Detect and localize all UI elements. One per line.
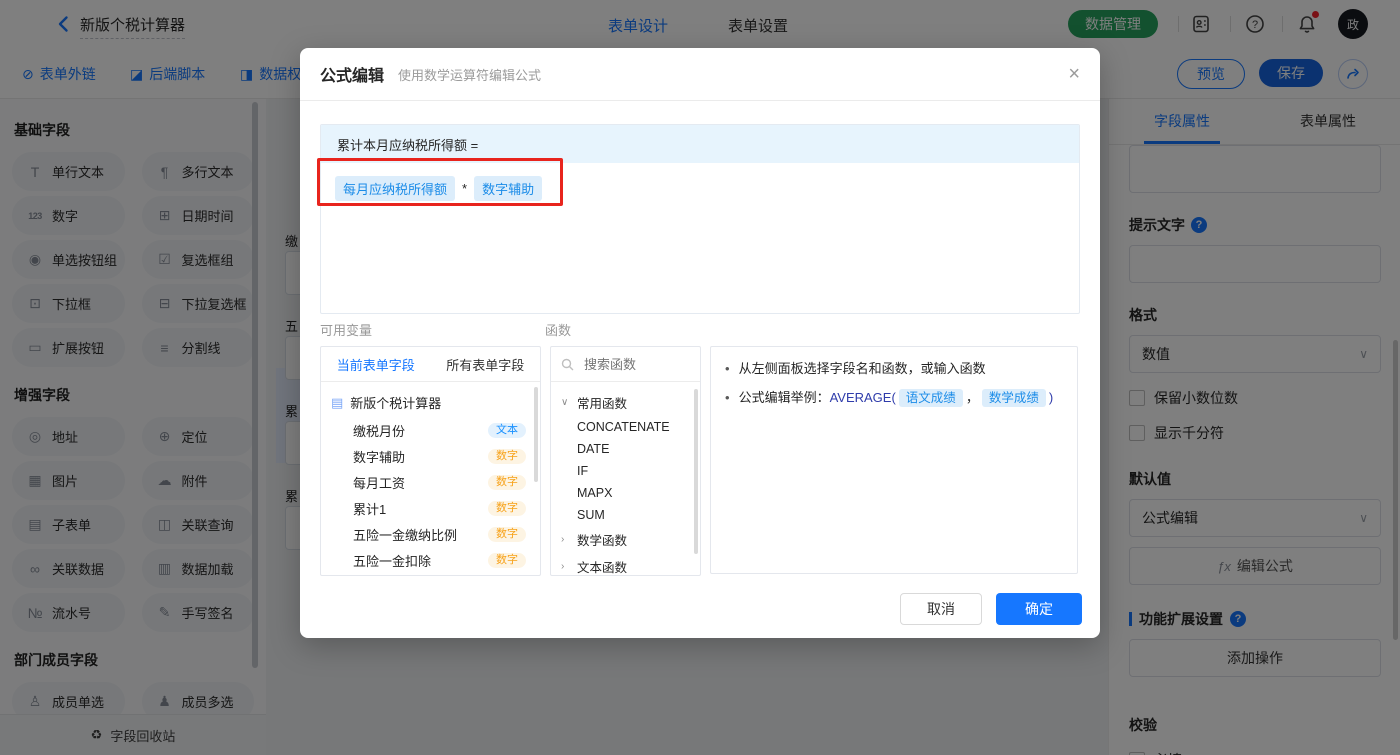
variable-item[interactable]: 每月工资 数字 — [321, 469, 540, 495]
bullet: • — [725, 390, 730, 405]
variable-name: 缴税月份 — [353, 423, 406, 439]
tree-root-form[interactable]: ▤ 新版个税计算器 — [321, 388, 540, 417]
function-item[interactable]: CONCATENATE — [551, 416, 700, 438]
tips-panel: • 从左侧面板选择字段名和函数，或输入函数 • 公式编辑举例：AVERAGE(语… — [710, 346, 1078, 574]
close-icon[interactable]: × — [1068, 64, 1080, 84]
functions-label: 函数 — [545, 323, 572, 338]
function-search[interactable] — [551, 347, 700, 382]
type-badge-number: 数字 — [488, 500, 526, 516]
annotation-highlight-box — [317, 158, 563, 206]
variables-scrollbar[interactable] — [534, 387, 538, 482]
variable-item[interactable]: 五险一金缴纳比例 数字 — [321, 521, 540, 547]
function-search-input[interactable] — [582, 355, 686, 373]
cancel-button[interactable]: 取消 — [900, 593, 982, 625]
tip-example-comma: ， — [965, 390, 979, 405]
type-badge-number: 数字 — [488, 448, 526, 464]
tab-current-form-fields[interactable]: 当前表单字段 — [321, 347, 431, 381]
tip-example-chip: 数学成绩 — [981, 389, 1046, 407]
form-doc-icon: ▤ — [331, 394, 344, 410]
formula-edit-modal: 公式编辑 使用数学运算符编辑公式 × 累计本月应纳税所得额 = 每月应纳税所得额… — [300, 48, 1100, 638]
tip-example-function: AVERAGE( — [829, 390, 896, 405]
function-item[interactable]: IF — [551, 460, 700, 482]
function-item[interactable]: SUM — [551, 504, 700, 526]
type-badge-number: 数字 — [488, 552, 526, 568]
function-group-label: 数学函数 — [577, 534, 628, 548]
confirm-button[interactable]: 确定 — [996, 593, 1082, 625]
functions-scrollbar[interactable] — [694, 389, 698, 554]
tip-example-chip: 语文成绩 — [898, 389, 963, 407]
functions-panel: ∨ 常用函数 CONCATENATE DATE IF MAPX SUM › 数学… — [550, 346, 701, 576]
functions-tree: ∨ 常用函数 CONCATENATE DATE IF MAPX SUM › 数学… — [551, 382, 700, 575]
variable-name: 五险一金缴纳比例 — [353, 527, 458, 543]
function-group-label: 文本函数 — [577, 561, 628, 575]
tip-line-2: • 公式编辑举例：AVERAGE(语文成绩，数学成绩) — [725, 388, 1063, 408]
tip-line-1: • 从左侧面板选择字段名和函数，或输入函数 — [725, 359, 1063, 379]
variable-item[interactable]: 五险一金扣除 数字 — [321, 547, 540, 573]
variable-name: 数字辅助 — [353, 449, 406, 465]
chevron-down-icon: ∨ — [561, 397, 569, 408]
variables-tree: ▤ 新版个税计算器 缴税月份 文本 数字辅助 数字 每月工资 数字 累计1 数字 五险一… — [321, 382, 540, 573]
type-badge-number: 数字 — [488, 474, 526, 490]
tab-all-form-fields[interactable]: 所有表单字段 — [431, 347, 541, 381]
chevron-right-icon: › — [561, 561, 565, 572]
formula-editor: 累计本月应纳税所得额 = 每月应纳税所得额 * 数字辅助 — [320, 124, 1080, 314]
tip-example: 公式编辑举例：AVERAGE(语文成绩，数学成绩) — [738, 388, 1054, 408]
variable-item[interactable]: 累计1 数字 — [321, 495, 540, 521]
variable-item[interactable]: 数字辅助 数字 — [321, 443, 540, 469]
modal-subtitle: 使用数学运算符编辑公式 — [398, 67, 542, 83]
modal-title: 公式编辑 — [320, 68, 385, 85]
variables-tabs: 当前表单字段 所有表单字段 — [321, 347, 540, 382]
chevron-right-icon: › — [561, 534, 565, 545]
modal-header: 公式编辑 使用数学运算符编辑公式 × — [300, 48, 1100, 101]
tip-example-paren: ) — [1048, 390, 1054, 405]
bullet: • — [725, 361, 730, 376]
type-badge-number: 数字 — [488, 526, 526, 542]
variable-name: 每月工资 — [353, 475, 406, 491]
variable-name: 五险一金扣除 — [353, 553, 432, 569]
variable-item[interactable]: 缴税月份 文本 — [321, 417, 540, 443]
tip-text: 从左侧面板选择字段名和函数，或输入函数 — [738, 361, 986, 376]
function-item[interactable]: DATE — [551, 438, 700, 460]
function-group-text[interactable]: › 文本函数 — [551, 553, 700, 575]
variables-panel: 当前表单字段 所有表单字段 ▤ 新版个税计算器 缴税月份 文本 数字辅助 数字 每月… — [320, 346, 541, 576]
variable-name: 累计1 — [353, 501, 387, 517]
function-group-common[interactable]: ∨ 常用函数 — [551, 389, 700, 416]
available-variables-label: 可用变量 — [320, 323, 373, 338]
function-item[interactable]: MAPX — [551, 482, 700, 504]
tree-root-label: 新版个税计算器 — [350, 396, 442, 411]
function-group-label: 常用函数 — [577, 397, 628, 411]
app-root: 新版个税计算器 表单设计 表单设置 数据管理 ? 政 ⊘ 表单外链 ◪ 后端脚本… — [0, 0, 1400, 755]
function-group-math[interactable]: › 数学函数 — [551, 526, 700, 553]
type-badge-text: 文本 — [488, 422, 526, 438]
search-icon — [561, 358, 574, 370]
tip-example-prefix: 公式编辑举例： — [738, 390, 830, 405]
